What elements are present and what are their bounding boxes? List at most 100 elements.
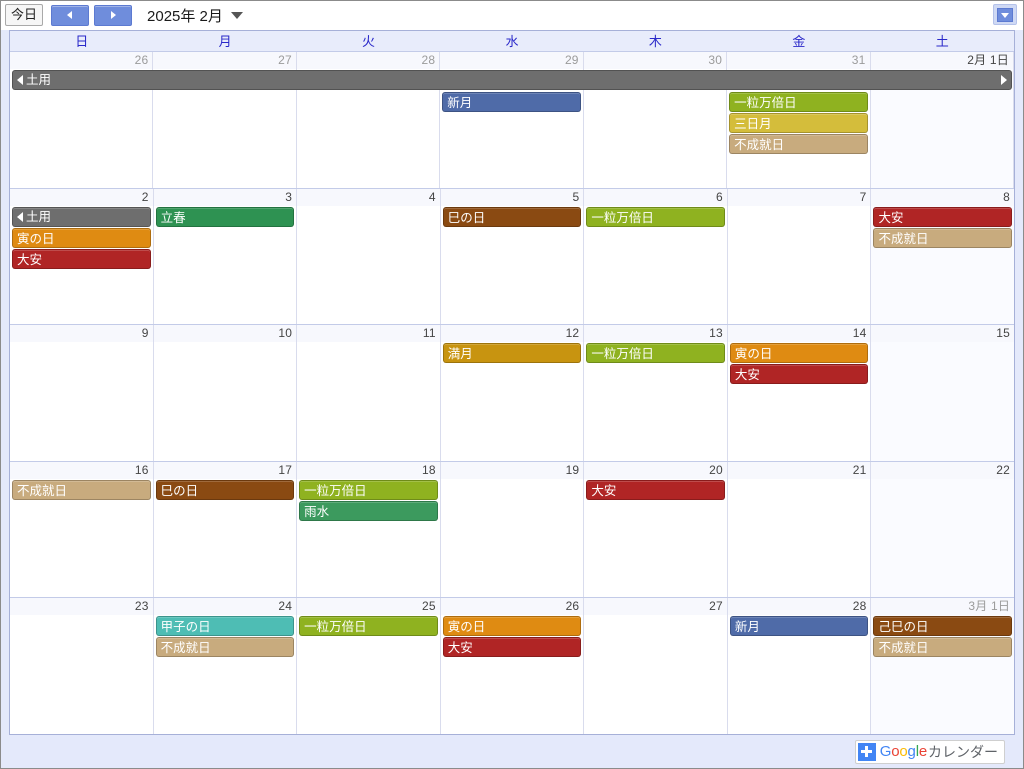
day-number[interactable]: 26 bbox=[440, 598, 584, 616]
day-number[interactable]: 2月 1日 bbox=[870, 52, 1013, 69]
day-number[interactable]: 18 bbox=[297, 461, 440, 479]
day-cell[interactable]: 7 bbox=[727, 188, 872, 325]
caret-down-icon[interactable] bbox=[230, 11, 243, 19]
day-number[interactable]: 13 bbox=[584, 325, 727, 343]
calendar-event[interactable]: 一粒万倍日 bbox=[586, 343, 725, 364]
calendar-event[interactable]: 三日月 bbox=[729, 113, 868, 133]
google-calendar-badge[interactable]: Google カレンダー bbox=[854, 739, 1005, 764]
calendar-event[interactable]: 巳の日 bbox=[442, 206, 582, 227]
day-number[interactable]: 30 bbox=[583, 52, 727, 69]
day-number[interactable]: 3 bbox=[153, 188, 297, 206]
calendar-event[interactable]: 寅の日 bbox=[12, 227, 151, 248]
calendar-event[interactable]: 一粒万倍日 bbox=[299, 479, 438, 500]
right-arrow-icon bbox=[107, 9, 119, 21]
day-number[interactable]: 2 bbox=[10, 188, 153, 206]
day-cell[interactable]: 15 bbox=[871, 325, 1014, 461]
day-number[interactable]: 27 bbox=[584, 598, 727, 616]
day-cell[interactable]: 26 寅の日 大安 bbox=[440, 598, 585, 734]
day-cell[interactable]: 16 不成就日 bbox=[10, 461, 154, 598]
day-number[interactable]: 22 bbox=[871, 461, 1014, 479]
calendar-event[interactable]: 巳の日 bbox=[155, 479, 295, 500]
day-cell[interactable]: 12 満月 bbox=[440, 325, 585, 461]
day-cell[interactable]: 13 一粒万倍日 bbox=[584, 325, 728, 461]
day-cell[interactable]: 3月 1日 己巳の日 不成就日 bbox=[871, 598, 1014, 734]
calendar-event[interactable]: 土用 bbox=[12, 206, 151, 227]
day-cell[interactable]: 28 新月 bbox=[727, 598, 872, 734]
day-number[interactable]: 26 bbox=[10, 52, 153, 69]
calendar-event[interactable]: 満月 bbox=[442, 343, 582, 364]
calendar-event[interactable]: 不成就日 bbox=[873, 227, 1013, 248]
calendar-event[interactable]: 大安 bbox=[442, 637, 582, 658]
calendar-event[interactable]: 不成就日 bbox=[155, 637, 295, 658]
calendar-event[interactable]: 立春 bbox=[155, 206, 295, 227]
calendar-event[interactable]: 不成就日 bbox=[12, 479, 151, 500]
day-number[interactable]: 7 bbox=[727, 188, 871, 206]
day-number[interactable]: 16 bbox=[10, 461, 153, 479]
day-number[interactable]: 19 bbox=[440, 461, 584, 479]
calendar-event[interactable]: 大安 bbox=[873, 206, 1013, 227]
day-number[interactable]: 3月 1日 bbox=[871, 598, 1014, 616]
day-number[interactable]: 21 bbox=[727, 461, 871, 479]
previous-month-button[interactable] bbox=[51, 4, 90, 26]
today-button[interactable]: 今日 bbox=[5, 4, 44, 26]
calendar-event[interactable]: 新月 bbox=[442, 92, 581, 112]
day-cell[interactable]: 2 土用 寅の日 大安 bbox=[10, 188, 154, 325]
day-cell[interactable]: 17 巳の日 bbox=[153, 461, 298, 598]
day-number[interactable]: 5 bbox=[440, 188, 584, 206]
view-options-button[interactable] bbox=[993, 4, 1017, 25]
day-number[interactable]: 6 bbox=[584, 188, 727, 206]
day-cell[interactable]: 10 bbox=[153, 325, 298, 461]
day-cell[interactable]: 11 bbox=[297, 325, 441, 461]
day-cell[interactable]: 22 bbox=[871, 461, 1014, 598]
day-number[interactable]: 11 bbox=[297, 325, 440, 343]
calendar-event[interactable]: 不成就日 bbox=[873, 637, 1013, 658]
day-number[interactable]: 29 bbox=[440, 52, 583, 69]
day-cell[interactable]: 23 bbox=[10, 598, 154, 734]
day-cell[interactable]: 18 一粒万倍日 雨水 bbox=[297, 461, 441, 598]
day-number[interactable]: 8 bbox=[871, 188, 1014, 206]
day-number[interactable]: 25 bbox=[297, 598, 440, 616]
day-number[interactable]: 17 bbox=[153, 461, 297, 479]
calendar-event[interactable]: 寅の日 bbox=[729, 343, 869, 364]
day-cell[interactable]: 5 巳の日 bbox=[440, 188, 585, 325]
day-number[interactable]: 20 bbox=[584, 461, 727, 479]
day-cell[interactable]: 20 大安 bbox=[584, 461, 728, 598]
day-number[interactable]: 28 bbox=[727, 598, 871, 616]
calendar-event[interactable]: 大安 bbox=[586, 479, 725, 500]
day-cell[interactable]: 6 一粒万倍日 bbox=[584, 188, 728, 325]
day-number[interactable]: 10 bbox=[153, 325, 297, 343]
day-number[interactable]: 4 bbox=[297, 188, 440, 206]
day-number[interactable]: 14 bbox=[727, 325, 871, 343]
day-number[interactable]: 15 bbox=[871, 325, 1014, 343]
day-number[interactable]: 12 bbox=[440, 325, 584, 343]
day-number[interactable]: 27 bbox=[153, 52, 296, 69]
calendar-event[interactable]: 己巳の日 bbox=[873, 616, 1013, 637]
calendar-event[interactable]: 寅の日 bbox=[442, 616, 582, 637]
day-number[interactable]: 24 bbox=[153, 598, 297, 616]
day-cell[interactable]: 19 bbox=[440, 461, 585, 598]
calendar-event[interactable]: 新月 bbox=[729, 616, 869, 637]
next-month-button[interactable] bbox=[94, 4, 133, 26]
calendar-event[interactable]: 雨水 bbox=[299, 500, 438, 521]
calendar-event[interactable]: 不成就日 bbox=[729, 134, 868, 154]
calendar-event[interactable]: 大安 bbox=[729, 364, 869, 385]
calendar-event[interactable]: 一粒万倍日 bbox=[586, 206, 725, 227]
day-cell[interactable]: 4 bbox=[297, 188, 441, 325]
day-cell[interactable]: 8 大安 不成就日 bbox=[871, 188, 1014, 325]
calendar-event[interactable]: 甲子の日 bbox=[155, 616, 295, 637]
day-cell[interactable]: 3 立春 bbox=[153, 188, 298, 325]
day-number[interactable]: 23 bbox=[10, 598, 153, 616]
day-cell[interactable]: 25 一粒万倍日 bbox=[297, 598, 441, 734]
day-number[interactable]: 28 bbox=[296, 52, 440, 69]
calendar-event-banner[interactable]: 土用 bbox=[12, 70, 1012, 90]
day-cell[interactable]: 27 bbox=[584, 598, 728, 734]
day-cell[interactable]: 9 bbox=[10, 325, 154, 461]
day-number[interactable]: 9 bbox=[10, 325, 153, 343]
calendar-event[interactable]: 一粒万倍日 bbox=[729, 92, 868, 112]
day-cell[interactable]: 14 寅の日 大安 bbox=[727, 325, 872, 461]
calendar-event[interactable]: 大安 bbox=[12, 248, 151, 269]
calendar-event[interactable]: 一粒万倍日 bbox=[299, 616, 438, 637]
day-number[interactable]: 31 bbox=[727, 52, 870, 69]
day-cell[interactable]: 24 甲子の日 不成就日 bbox=[153, 598, 298, 734]
day-cell[interactable]: 21 bbox=[727, 461, 872, 598]
